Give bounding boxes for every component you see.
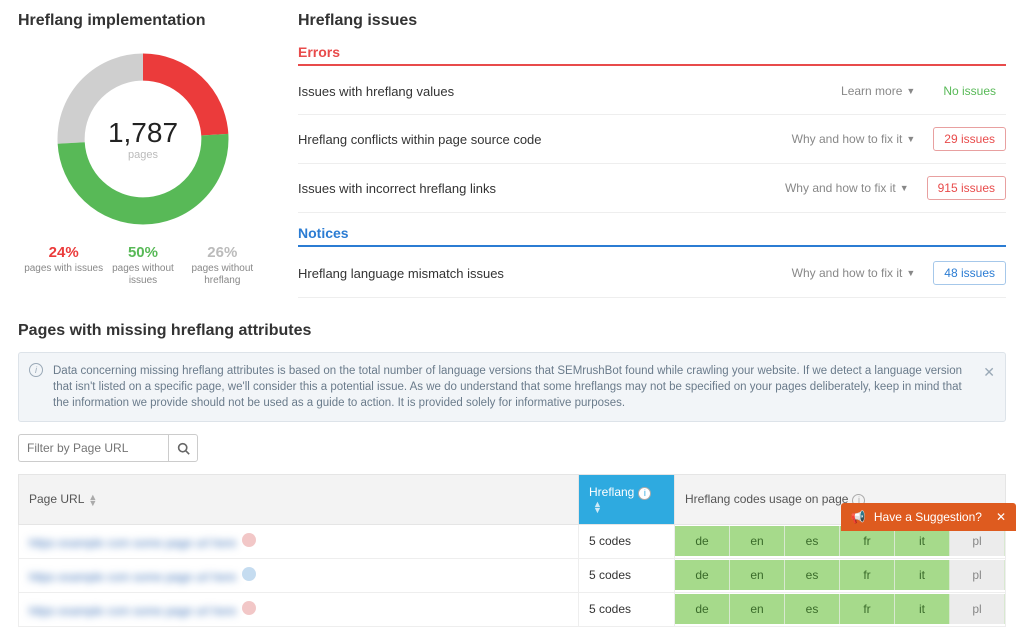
code-pill-de: de	[675, 560, 730, 590]
issue-name: Issues with hreflang values	[298, 84, 454, 99]
legend-item: 24% pages with issues	[24, 244, 103, 287]
col-hreflang[interactable]: Hreflangi▲▼	[579, 475, 675, 524]
issue-count-badge: No issues	[933, 80, 1006, 102]
chevron-down-icon: ▼	[906, 86, 915, 96]
row-status-icon	[242, 567, 256, 581]
issue-name: Hreflang conflicts within page source co…	[298, 132, 542, 147]
issue-help-link[interactable]: Learn more ▼	[841, 84, 915, 98]
issue-row: Hreflang language mismatch issues Why and…	[298, 249, 1006, 298]
code-pill-it: it	[895, 560, 950, 590]
code-pill-it: it	[895, 594, 950, 624]
search-icon	[177, 442, 190, 455]
code-pill-en: en	[730, 560, 785, 590]
info-text: Data concerning missing hreflang attribu…	[53, 365, 962, 409]
megaphone-icon: 📢	[851, 510, 866, 524]
chevron-down-icon: ▼	[900, 183, 909, 193]
issue-help-link[interactable]: Why and how to fix it ▼	[792, 266, 916, 280]
close-icon[interactable]: ✕	[996, 510, 1006, 524]
code-pill-en: en	[730, 594, 785, 624]
info-close-icon[interactable]: ✕	[983, 363, 995, 383]
page-url-link[interactable]: https example com some page url here	[29, 570, 236, 584]
legend-pct: 24%	[24, 244, 103, 261]
issue-help-link[interactable]: Why and how to fix it ▼	[792, 132, 916, 146]
search-button[interactable]	[168, 434, 198, 462]
impl-heading: Hreflang implementation	[18, 12, 268, 30]
table-row: https example com some page url here 5 co…	[19, 558, 1006, 592]
code-pill-fr: fr	[840, 594, 895, 624]
issue-count-badge[interactable]: 48 issues	[933, 261, 1006, 285]
info-box: i Data concerning missing hreflang attri…	[18, 352, 1006, 422]
legend-pct: 50%	[103, 244, 182, 261]
sort-icon: ▲▼	[88, 494, 97, 506]
code-pill-es: es	[785, 594, 840, 624]
chevron-down-icon: ▼	[906, 134, 915, 144]
issue-name: Hreflang language mismatch issues	[298, 266, 504, 281]
row-status-icon	[242, 601, 256, 615]
col-page-url[interactable]: Page URL▲▼	[19, 475, 579, 524]
table-row: https example com some page url here 5 co…	[19, 592, 1006, 626]
codes-count: 5 codes	[579, 524, 675, 558]
issue-row: Issues with incorrect hreflang links Why …	[298, 164, 1006, 213]
issue-row: Hreflang conflicts within page source co…	[298, 115, 1006, 164]
code-pill-fr: fr	[840, 560, 895, 590]
code-pill-pl: pl	[950, 594, 1005, 624]
legend-item: 26% pages without hreflang	[183, 244, 262, 287]
chevron-down-icon: ▼	[906, 268, 915, 278]
code-pill-es: es	[785, 560, 840, 590]
impl-total: 1,787	[108, 117, 178, 149]
legend-item: 50% pages without issues	[103, 244, 182, 287]
errors-label: Errors	[298, 44, 1006, 66]
legend-label: pages without hreflang	[183, 263, 262, 287]
issue-count-badge[interactable]: 915 issues	[927, 176, 1006, 200]
code-pill-pl: pl	[950, 560, 1005, 590]
legend-label: pages without issues	[103, 263, 182, 287]
code-pill-de: de	[675, 594, 730, 624]
missing-heading: Pages with missing hreflang attributes	[18, 322, 1006, 340]
issue-name: Issues with incorrect hreflang links	[298, 181, 496, 196]
impl-donut: 1,787 pages	[48, 44, 238, 234]
impl-total-unit: pages	[128, 149, 158, 161]
suggestion-button[interactable]: 📢 Have a Suggestion? ✕	[841, 503, 1016, 531]
notices-label: Notices	[298, 225, 1006, 247]
issue-help-link[interactable]: Why and how to fix it ▼	[785, 181, 909, 195]
page-url-link[interactable]: https example com some page url here	[29, 604, 236, 618]
codes-count: 5 codes	[579, 592, 675, 626]
row-status-icon	[242, 533, 256, 547]
info-icon: i	[638, 487, 651, 500]
codes-count: 5 codes	[579, 558, 675, 592]
legend-label: pages with issues	[24, 263, 103, 275]
legend-pct: 26%	[183, 244, 262, 261]
issues-heading: Hreflang issues	[298, 12, 1006, 30]
issue-count-badge[interactable]: 29 issues	[933, 127, 1006, 151]
missing-table: Page URL▲▼ Hreflangi▲▼ Hreflang codes us…	[18, 474, 1006, 626]
issue-row: Issues with hreflang values Learn more ▼ N…	[298, 68, 1006, 115]
filter-input[interactable]	[18, 434, 168, 462]
info-icon: i	[29, 363, 43, 377]
page-url-link[interactable]: https example com some page url here	[29, 536, 236, 550]
sort-icon: ▲▼	[593, 501, 602, 513]
